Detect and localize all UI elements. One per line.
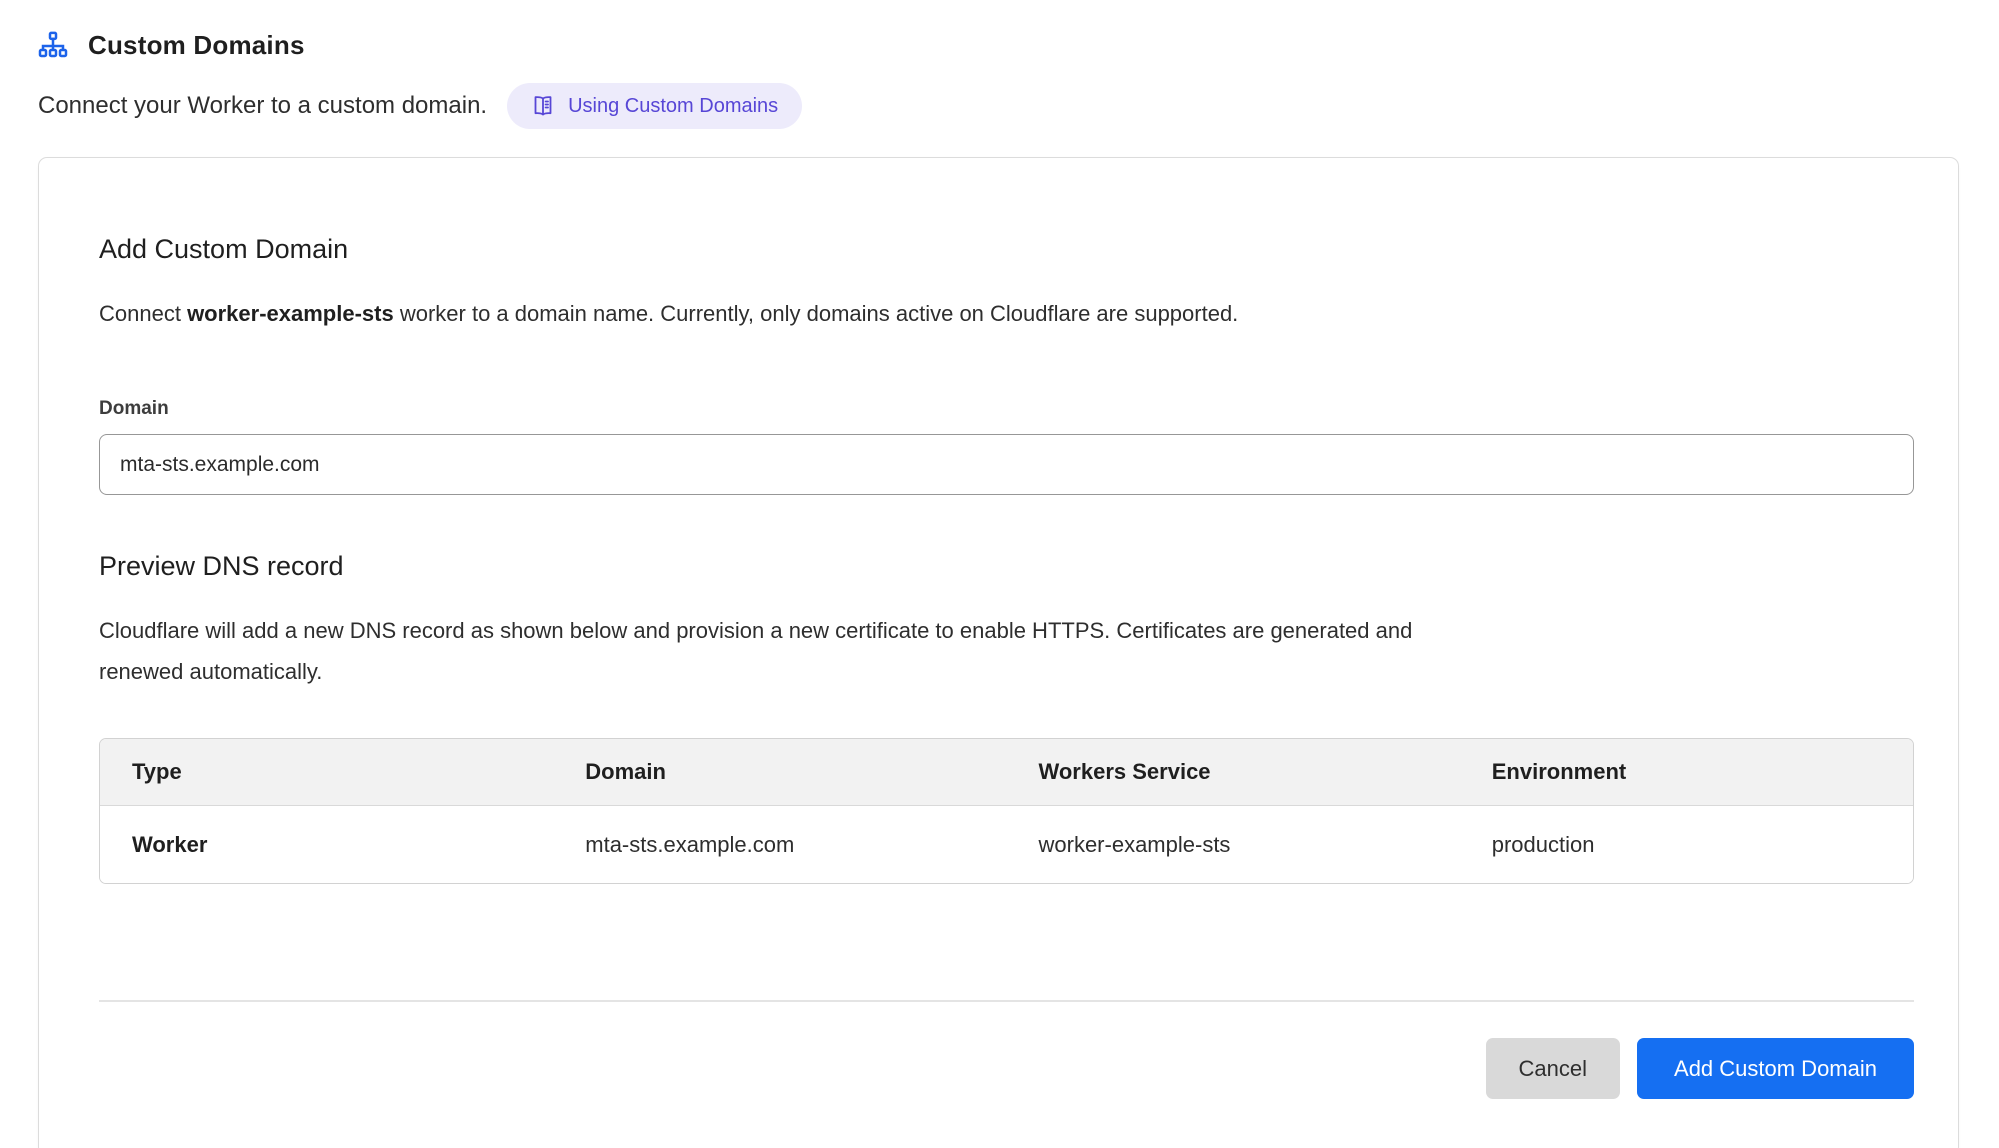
cell-domain: mta-sts.example.com: [553, 806, 1006, 883]
book-icon: [531, 94, 555, 118]
cancel-button[interactable]: Cancel: [1486, 1038, 1620, 1099]
page-title: Custom Domains: [88, 30, 305, 61]
worker-name: worker-example-sts: [187, 301, 394, 326]
preview-dns-heading: Preview DNS record: [99, 551, 1914, 582]
workers-custom-domains-page: Custom Domains Connect your Worker to a …: [0, 0, 1999, 1148]
page-subtitle: Connect your Worker to a custom domain.: [38, 92, 487, 120]
domain-label: Domain: [99, 398, 1914, 420]
column-header-environment: Environment: [1460, 739, 1913, 805]
preview-dns-description: Cloudflare will add a new DNS record as …: [99, 610, 1439, 692]
column-header-type: Type: [100, 739, 553, 805]
card-heading: Add Custom Domain: [99, 234, 1914, 265]
cell-workers-service: worker-example-sts: [1007, 806, 1460, 883]
card-description: Connect worker-example-sts worker to a d…: [99, 293, 1914, 334]
add-custom-domain-button[interactable]: Add Custom Domain: [1637, 1038, 1914, 1099]
description-prefix: Connect: [99, 301, 187, 326]
docs-link-label: Using Custom Domains: [568, 95, 778, 118]
column-header-workers-service: Workers Service: [1007, 739, 1460, 805]
docs-link[interactable]: Using Custom Domains: [507, 83, 802, 129]
sitemap-icon: [38, 31, 68, 61]
add-custom-domain-card: Add Custom Domain Connect worker-example…: [38, 157, 1959, 1148]
domain-input[interactable]: [99, 434, 1914, 495]
description-suffix: worker to a domain name. Currently, only…: [394, 301, 1239, 326]
cell-environment: production: [1460, 806, 1913, 883]
cell-type: Worker: [100, 806, 553, 883]
action-buttons: Cancel Add Custom Domain: [99, 1038, 1914, 1099]
column-header-domain: Domain: [553, 739, 1006, 805]
table-header-row: Type Domain Workers Service Environment: [100, 739, 1913, 806]
footer-divider: [99, 1000, 1914, 1002]
dns-preview-table: Type Domain Workers Service Environment …: [99, 738, 1914, 884]
table-row: Worker mta-sts.example.com worker-exampl…: [100, 806, 1913, 883]
page-header: Custom Domains Connect your Worker to a …: [0, 0, 1999, 129]
